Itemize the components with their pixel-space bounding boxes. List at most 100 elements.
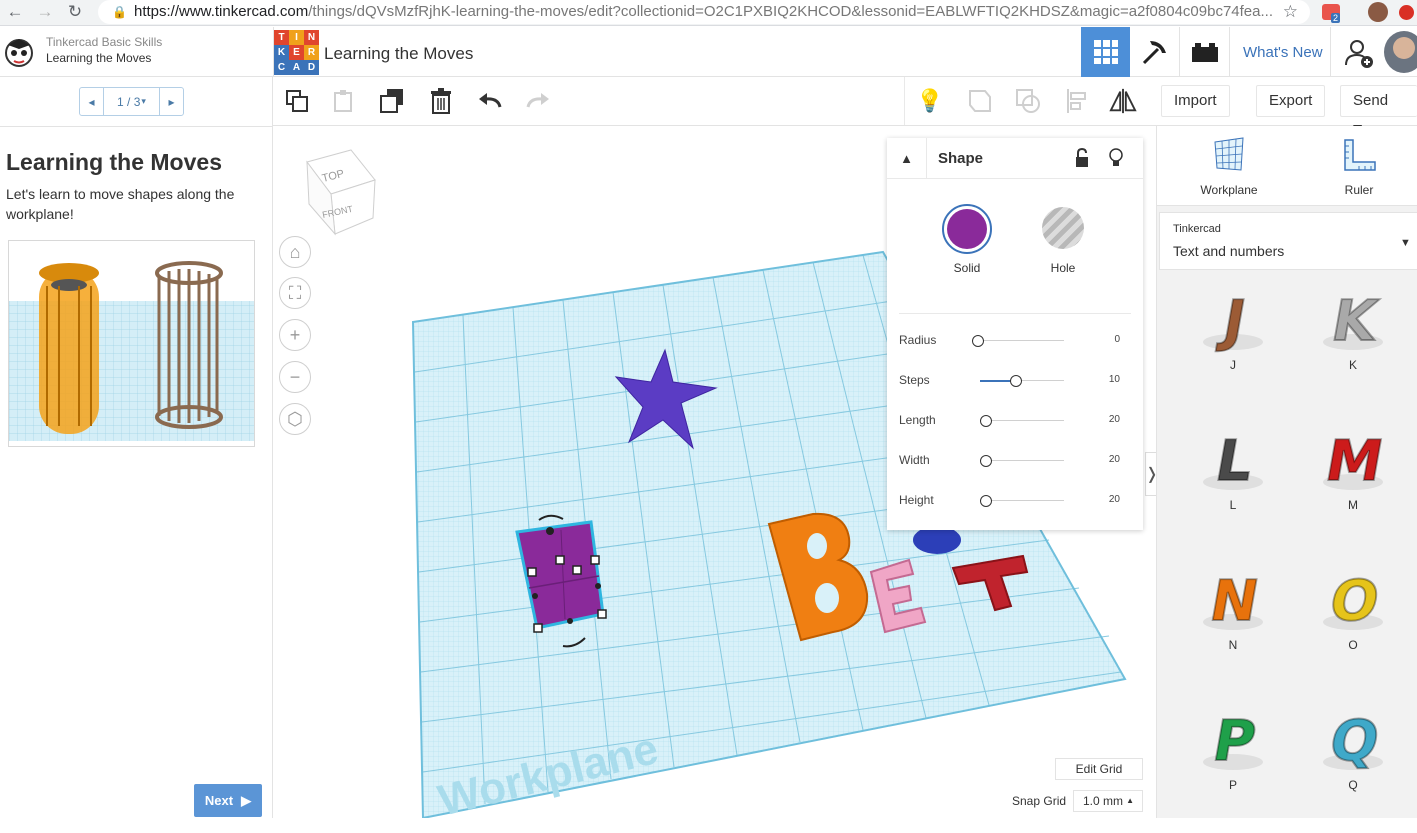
param-track[interactable] bbox=[980, 460, 1064, 461]
export-button[interactable]: Export bbox=[1256, 85, 1326, 117]
lightbulb-icon[interactable] bbox=[1108, 147, 1124, 169]
param-slider-knob[interactable] bbox=[972, 335, 984, 347]
extension-icon[interactable]: 2 bbox=[1322, 4, 1341, 23]
category-select[interactable]: Tinkercad Text and numbers ▼ bbox=[1159, 212, 1417, 270]
param-slider-knob[interactable] bbox=[1009, 375, 1022, 387]
caret-up-icon: ▲ bbox=[1126, 796, 1134, 805]
import-button[interactable]: Import bbox=[1161, 85, 1230, 117]
param-track[interactable] bbox=[980, 340, 1064, 341]
lesson-description: Let's learn to move shapes along the wor… bbox=[6, 186, 235, 222]
shape-n[interactable]: NN bbox=[1173, 558, 1293, 693]
inspector-title: Shape bbox=[938, 150, 984, 167]
param-value[interactable]: 0 bbox=[1114, 334, 1120, 345]
delete-icon[interactable] bbox=[427, 87, 455, 115]
hole-button[interactable] bbox=[1042, 207, 1084, 249]
shape-m[interactable]: MM bbox=[1293, 418, 1413, 553]
copy-icon[interactable] bbox=[283, 87, 311, 115]
extension-red-icon[interactable] bbox=[1399, 5, 1414, 20]
step-select[interactable]: 1 / 3 ▾ bbox=[104, 88, 159, 115]
solid-color-button[interactable] bbox=[942, 204, 992, 254]
tinkercad-logo[interactable]: TINKERCAD bbox=[274, 30, 319, 75]
param-label: Width bbox=[899, 453, 930, 467]
zoom-out-icon[interactable]: − bbox=[279, 361, 311, 393]
prev-step-button[interactable]: ◂ bbox=[80, 88, 104, 115]
duplicate-icon[interactable] bbox=[378, 87, 406, 115]
address-bar[interactable]: 🔒 https://www.tinkercad.com/things/dQVsM… bbox=[98, 0, 1310, 24]
logo-letter: R bbox=[304, 45, 319, 60]
param-value[interactable]: 10 bbox=[1109, 374, 1120, 385]
next-button[interactable]: Next ▶ bbox=[194, 784, 262, 817]
snap-grid-select[interactable]: 1.0 mm ▲ bbox=[1073, 790, 1143, 812]
zoom-in-icon[interactable]: + bbox=[279, 319, 311, 351]
fit-view-icon[interactable]: ⛶ bbox=[279, 277, 311, 309]
whats-new-link[interactable]: What's New bbox=[1243, 44, 1323, 61]
param-row-width: Width 20 bbox=[887, 451, 1143, 471]
shape-label: N bbox=[1228, 638, 1238, 652]
pickaxe-icon bbox=[1142, 41, 1166, 65]
edit-grid-button[interactable]: Edit Grid bbox=[1055, 758, 1143, 780]
3d-design-view-button[interactable] bbox=[1081, 27, 1130, 77]
user-avatar[interactable] bbox=[1384, 31, 1417, 73]
param-row-height: Height 20 bbox=[887, 491, 1143, 511]
ruler-tool[interactable]: Ruler bbox=[1315, 136, 1403, 202]
view-cube[interactable]: TOP FRONT bbox=[303, 146, 383, 236]
lego-brick-icon bbox=[1192, 43, 1218, 62]
svg-text:M: M bbox=[1321, 429, 1388, 494]
forward-arrow-icon[interactable]: → bbox=[34, 2, 56, 22]
workplane-tool-label: Workplane bbox=[1200, 183, 1258, 197]
shape-j[interactable]: JJ bbox=[1173, 278, 1293, 413]
shape-q[interactable]: QQ bbox=[1293, 698, 1413, 833]
unlock-icon[interactable] bbox=[1074, 147, 1090, 168]
workplane-tool[interactable]: Workplane bbox=[1185, 136, 1273, 202]
param-value[interactable]: 20 bbox=[1109, 494, 1120, 505]
param-slider-knob[interactable] bbox=[980, 495, 993, 507]
undo-icon[interactable] bbox=[476, 87, 504, 115]
shape-o[interactable]: OO bbox=[1293, 558, 1413, 693]
minecraft-pickaxe-button[interactable] bbox=[1131, 27, 1180, 77]
paste-icon[interactable] bbox=[330, 87, 358, 115]
add-user-icon[interactable] bbox=[1343, 37, 1375, 69]
course-name: Tinkercad Basic Skills bbox=[46, 35, 163, 49]
shape-label: K bbox=[1348, 358, 1357, 372]
param-value[interactable]: 20 bbox=[1109, 454, 1120, 465]
shape-l[interactable]: LL bbox=[1173, 418, 1293, 553]
category-name: Text and numbers bbox=[1173, 243, 1285, 259]
hole-label: Hole bbox=[1050, 261, 1076, 275]
shape-p[interactable]: PP bbox=[1173, 698, 1293, 833]
logo-letter: E bbox=[289, 45, 304, 60]
lightbulb-icon[interactable]: 💡 bbox=[916, 87, 944, 115]
collapse-caret-icon[interactable]: ▲ bbox=[887, 138, 927, 179]
param-slider-knob[interactable] bbox=[980, 415, 993, 427]
mirror-icon[interactable] bbox=[1109, 87, 1137, 115]
profile-avatar[interactable] bbox=[1368, 2, 1388, 22]
param-track[interactable] bbox=[980, 500, 1064, 501]
home-view-icon[interactable]: ⌂ bbox=[279, 236, 311, 268]
shape-label: P bbox=[1228, 778, 1237, 792]
snap-grid-label: Snap Grid bbox=[1012, 794, 1067, 808]
ungroup-icon[interactable] bbox=[1014, 87, 1042, 115]
shape-thumbnail: P bbox=[1203, 708, 1263, 775]
send-to-button[interactable]: Send To bbox=[1340, 85, 1417, 139]
param-value[interactable]: 20 bbox=[1109, 414, 1120, 425]
tools-row: Workplane Ruler bbox=[1157, 126, 1417, 206]
logo-letter: N bbox=[304, 30, 319, 45]
lesson-avatar-icon bbox=[2, 35, 36, 69]
param-track[interactable] bbox=[980, 420, 1064, 421]
bricks-button[interactable] bbox=[1181, 27, 1230, 77]
align-icon[interactable] bbox=[1063, 87, 1091, 115]
group-icon[interactable] bbox=[966, 87, 994, 115]
param-row-radius: Radius 0 bbox=[887, 331, 1143, 351]
next-step-button[interactable]: ▸ bbox=[159, 88, 183, 115]
reload-icon[interactable]: ↻ bbox=[64, 2, 86, 22]
param-label: Length bbox=[899, 413, 936, 427]
redo-icon[interactable] bbox=[524, 87, 552, 115]
design-title[interactable]: Learning the Moves bbox=[324, 44, 473, 64]
param-slider-knob[interactable] bbox=[980, 455, 993, 467]
library-name: Tinkercad bbox=[1173, 223, 1221, 235]
collapse-panel-chevron-icon[interactable]: ❭ bbox=[1145, 452, 1156, 496]
bookmark-star-icon[interactable]: ☆ bbox=[1283, 0, 1298, 24]
back-arrow-icon[interactable]: ← bbox=[4, 2, 26, 22]
shape-thumbnail: O bbox=[1323, 568, 1385, 635]
perspective-icon[interactable]: ⬡ bbox=[279, 403, 311, 435]
shape-k[interactable]: KK bbox=[1293, 278, 1413, 413]
